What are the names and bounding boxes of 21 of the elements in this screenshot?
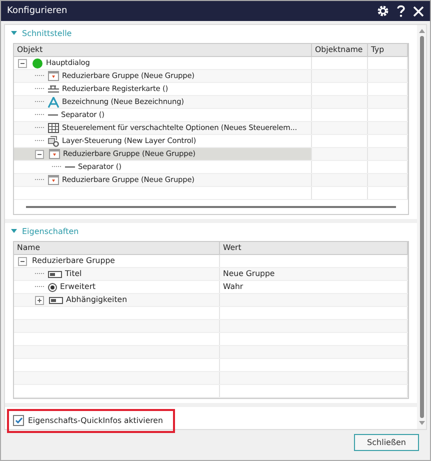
scroll-up-icon[interactable] <box>418 29 424 33</box>
expander-icon[interactable] <box>18 256 27 266</box>
expander-icon[interactable] <box>18 58 27 68</box>
expander-icon[interactable] <box>35 150 44 158</box>
tabs-icon <box>48 84 59 94</box>
window-title: Konfigurieren <box>7 6 68 16</box>
vertical-scrollbar[interactable] <box>417 25 426 429</box>
text-field-icon <box>49 296 63 304</box>
help-icon[interactable] <box>397 5 405 17</box>
scroll-down-icon[interactable] <box>418 421 424 425</box>
close-icon[interactable] <box>413 6 424 16</box>
text-label-icon <box>48 96 59 108</box>
text-field-icon <box>48 270 62 278</box>
checkbox[interactable] <box>13 415 24 426</box>
close-button[interactable]: Schließen <box>354 434 419 451</box>
caret-icon[interactable] <box>11 228 17 234</box>
expander-icon[interactable] <box>35 296 44 304</box>
circle-icon <box>32 58 43 68</box>
settings-icon[interactable] <box>377 5 389 17</box>
radio-icon <box>48 282 57 292</box>
caret-icon[interactable] <box>11 30 17 36</box>
